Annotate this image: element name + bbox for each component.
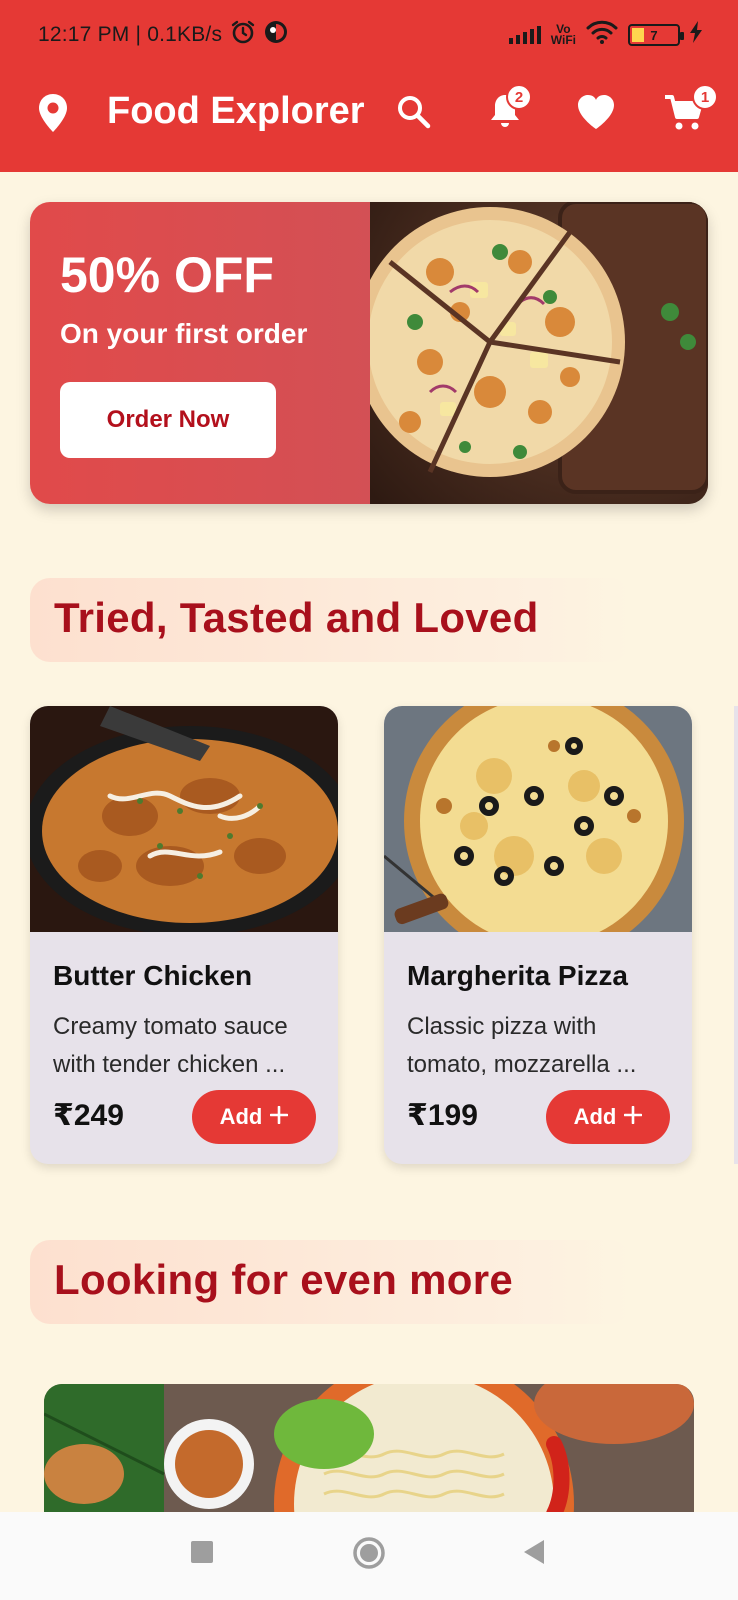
plus-icon — [270, 1104, 289, 1130]
promo-text-panel: 50% OFF On your first order Order Now — [30, 202, 370, 504]
status-time: 12:17 PM | 0.1KB/s — [38, 23, 223, 46]
vowifi-bottom-text: WiFi — [550, 33, 576, 47]
add-button-label: Add — [219, 1104, 263, 1129]
item-description: Classic pizza with tomato, mozzarella ..… — [407, 1013, 637, 1078]
promo-banner[interactable]: 50% OFF On your first order Order Now — [30, 202, 708, 504]
order-now-button[interactable]: Order Now — [60, 382, 276, 458]
cart-icon — [664, 95, 704, 136]
item-price: ₹199 — [407, 1099, 478, 1132]
system-nav-bar — [0, 1512, 738, 1600]
item-description: Creamy tomato sauce with tender chicken … — [53, 1013, 288, 1078]
promo-headline: 50% OFF — [60, 247, 274, 303]
app-title: Food Explorer — [107, 90, 365, 132]
food-card-butter-chicken[interactable]: Butter Chicken Creamy tomato sauce with … — [30, 706, 338, 1164]
wifi-icon — [586, 20, 618, 50]
location-pin-icon[interactable] — [38, 94, 68, 137]
item-name: Butter Chicken — [53, 960, 253, 991]
promo-pizza-image — [370, 202, 708, 504]
butter-chicken-image — [30, 706, 338, 932]
signal-icon — [508, 26, 541, 44]
notification-badge: 2 — [506, 84, 532, 110]
food-card-margherita-pizza[interactable]: Margherita Pizza Classic pizza with toma… — [384, 706, 692, 1164]
alarm-icon — [230, 19, 256, 51]
food-spread-image[interactable] — [44, 1384, 694, 1514]
search-icon[interactable] — [396, 94, 432, 135]
status-bar: 12:17 PM | 0.1KB/s Vo WiFi 7 — [38, 20, 702, 50]
cart-badge: 1 — [692, 84, 718, 110]
battery-icon: 7 — [628, 24, 684, 46]
battery-level: 7 — [650, 27, 658, 43]
bell-icon — [488, 95, 522, 134]
section-heading-loved: Tried, Tasted and Loved — [30, 578, 630, 662]
add-to-cart-button[interactable]: Add — [192, 1090, 316, 1144]
item-name: Margherita Pizza — [407, 960, 628, 991]
item-price: ₹249 — [53, 1099, 124, 1132]
plus-icon — [624, 1104, 643, 1130]
cart-button[interactable]: 1 — [664, 84, 718, 137]
add-to-cart-button[interactable]: Add — [546, 1090, 670, 1144]
app-notification-icon — [264, 20, 288, 50]
vowifi-indicator: Vo WiFi — [550, 23, 576, 47]
back-button[interactable] — [522, 1538, 546, 1571]
section-title-more: Looking for even more — [54, 1256, 514, 1303]
heart-icon[interactable] — [576, 94, 616, 135]
margherita-pizza-image — [384, 706, 692, 932]
promo-subtitle: On your first order — [60, 318, 308, 349]
app-bar: Food Explorer 2 1 — [0, 78, 738, 148]
section-heading-more: Looking for even more — [30, 1240, 630, 1324]
add-button-label: Add — [573, 1104, 617, 1129]
header: 12:17 PM | 0.1KB/s Vo WiFi 7 Food Explor… — [0, 0, 738, 172]
section-title-loved: Tried, Tasted and Loved — [54, 594, 539, 641]
notifications-button[interactable]: 2 — [488, 84, 532, 135]
recent-apps-button[interactable] — [190, 1540, 214, 1569]
charging-icon — [690, 21, 702, 49]
status-right-group: Vo WiFi 7 — [508, 20, 702, 50]
next-card-peek — [734, 706, 738, 1164]
home-button[interactable] — [352, 1536, 386, 1575]
